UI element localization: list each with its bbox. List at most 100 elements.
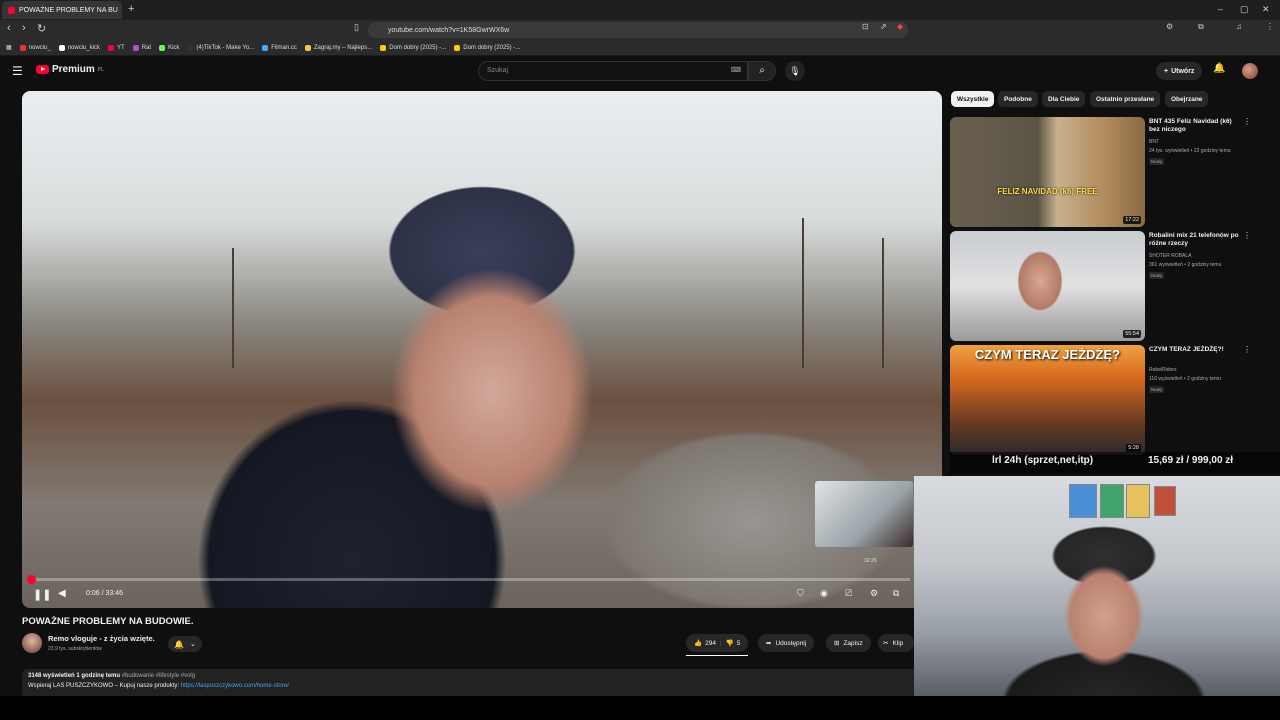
forward-icon[interactable]: › (22, 22, 26, 34)
extension-icon[interactable]: ◆ (897, 22, 903, 31)
bookmark-item[interactable]: nowciu_ (19, 44, 51, 51)
bookmark-item[interactable]: Filman.cc (262, 44, 297, 51)
bookmark-item[interactable]: Dom dobry (2025) -... (380, 44, 446, 51)
voice-search-icon[interactable]: 🎙 (785, 61, 805, 81)
search-button[interactable]: ⌕ (748, 61, 776, 81)
notifications-bell-icon[interactable]: 🔔 (1213, 63, 1225, 74)
volume-icon[interactable]: ◀ (58, 588, 66, 599)
chip-recently-uploaded[interactable]: Ostatnio przesłane (1090, 91, 1161, 107)
video-title-link[interactable]: CZYM TERAZ JEŻDŻĘ?! (1149, 346, 1241, 354)
create-button[interactable]: + Utwórz (1156, 62, 1203, 80)
bookmark-save-icon: ⊞ (834, 640, 840, 647)
channel-link[interactable]: BNT (1149, 139, 1259, 146)
browser-menu-icon[interactable]: ⋮ (1266, 22, 1274, 31)
chip-all[interactable]: Wszystkie (951, 91, 995, 107)
subscription-bell-button[interactable]: 🔔 ⌄ (168, 636, 202, 652)
tree-branch (802, 218, 804, 368)
share-page-icon[interactable]: ⇗ (880, 22, 887, 31)
close-window-icon[interactable]: ✕ (1262, 4, 1270, 15)
channel-link[interactable]: RebelRiders (1149, 367, 1259, 374)
bookmark-item[interactable]: Dom dobry (2025) -... (454, 44, 520, 51)
channel-link[interactable]: SHOTER ROBALA (1149, 253, 1259, 260)
wall-poster (1126, 484, 1150, 518)
apps-icon[interactable]: ▦ (6, 44, 12, 51)
bookmark-item[interactable]: Rat (132, 44, 151, 51)
more-options-icon[interactable]: ⋮ (1243, 231, 1251, 240)
youtube-logo[interactable]: Premium PL (36, 64, 104, 75)
logo-text: Premium (52, 64, 95, 75)
bookmark-item[interactable]: Zagraj.my – Najleps... (304, 44, 372, 51)
video-duration: 55:54 (1123, 330, 1141, 338)
video-title-link[interactable]: BNT 435 Feliz Navidad (k6) bez niczego (1149, 118, 1241, 134)
video-meta: 361 wyświetleń • 2 godziny temu (1149, 262, 1222, 268)
channel-name[interactable]: Remo vloguje - z życia wzięte. (48, 634, 155, 643)
description-link[interactable]: https://laspuszczykowo.com/home-store/ (181, 683, 289, 689)
dislike-count: 5 (736, 639, 741, 647)
more-options-icon[interactable]: ⋮ (1243, 345, 1251, 354)
scrubber-handle[interactable] (27, 575, 36, 584)
share-icon: ➦ (766, 640, 772, 647)
autoplay-toggle-icon[interactable]: ◉ (820, 588, 828, 599)
bookmark-item[interactable]: nowciu_kick (58, 44, 100, 51)
keyboard-icon[interactable]: ⌨ (731, 66, 741, 74)
new-badge: Nowy (1149, 386, 1165, 393)
share-button[interactable]: ➦ Udostępnij (758, 634, 815, 652)
video-thumbnail[interactable]: FELIZ NAVIDAD (k6) FREE 17:22 (950, 117, 1145, 227)
hamburger-menu-icon[interactable]: ☰ (12, 64, 23, 78)
account-avatar[interactable] (1242, 63, 1258, 79)
minimize-icon[interactable]: – (1218, 4, 1223, 14)
like-button[interactable]: 👍 294 (694, 639, 716, 648)
reload-icon[interactable]: ↻ (37, 22, 46, 35)
bookmarks-bar: ▦ nowciu_ nowciu_kick YT Rat Kick (4)Tik… (0, 40, 1280, 56)
url-field[interactable]: youtube.com/watch?v=1K58GwrWX6w (368, 22, 908, 38)
video-title-link[interactable]: Robalini mix 21 telefonów po różne rzecz… (1149, 232, 1241, 248)
search-icon: ⌕ (759, 65, 765, 76)
toolbar-icon-1[interactable]: ⚙ (1166, 22, 1173, 31)
wall-poster (1100, 484, 1124, 518)
extensions-icon[interactable]: ⧉ (1198, 22, 1204, 32)
save-label: Zapisz (843, 639, 863, 647)
browser-tab[interactable]: POWAŻNE PROBLEMY NA BU × (2, 1, 122, 19)
chip-related[interactable]: Podobne (998, 91, 1038, 107)
youtube-favicon-icon (8, 6, 15, 14)
channel-avatar[interactable] (22, 633, 42, 653)
video-meta: 24 tys. wyświetleń • 22 godziny temu (1149, 148, 1231, 154)
bookmark-item[interactable]: (4)TikTok - Make Yo... (187, 44, 254, 51)
bookmark-item[interactable]: Kick (159, 44, 179, 51)
tree-branch (882, 238, 884, 368)
chip-watched[interactable]: Obejrzane (1165, 91, 1209, 107)
video-thumbnail[interactable]: CZYM TERAZ JEŻDŻĘ? 5:28 (950, 345, 1145, 455)
dislike-button[interactable]: 👎 5 (726, 639, 741, 648)
settings-gear-icon[interactable]: ⚙ (870, 588, 878, 599)
search-input[interactable]: Szukaj ⌨ (478, 61, 748, 81)
youtube-play-icon (36, 65, 49, 74)
view-stats: 3148 wyświetleń 1 godzinę temu (28, 673, 121, 679)
sponsor-icon[interactable]: ⛉ (797, 588, 804, 599)
hashtags[interactable]: #budowanie #lifestyle #volg (122, 673, 195, 679)
save-button[interactable]: ⊞ Zapisz (826, 634, 871, 652)
progress-bar[interactable] (30, 578, 910, 581)
media-icon[interactable]: ♫ (1236, 22, 1242, 31)
bookmark-item[interactable]: YT (108, 44, 125, 51)
video-thumbnail[interactable]: 55:54 (950, 231, 1145, 341)
time-display: 0:06 / 33:46 (86, 590, 123, 597)
bell-icon: 🔔 (174, 639, 184, 649)
back-icon[interactable]: ‹ (7, 22, 11, 34)
chip-for-you[interactable]: Dla Ciebie (1042, 91, 1086, 107)
new-tab-icon[interactable]: + (128, 3, 134, 15)
pause-icon[interactable]: ❚❚ (33, 588, 51, 601)
miniplayer-icon[interactable]: ⧉ (893, 588, 899, 599)
maximize-icon[interactable]: ▢ (1240, 4, 1249, 15)
new-badge: Nowy (1149, 272, 1165, 279)
install-icon[interactable]: ⊡ (862, 22, 869, 31)
chevron-down-icon: ⌄ (189, 641, 196, 648)
new-badge: Nowy (1149, 158, 1165, 165)
preview-time: 32:25 (864, 558, 877, 564)
clip-button[interactable]: ✂ Klip (878, 634, 914, 652)
subtitles-icon[interactable]: ⎚ (845, 588, 852, 599)
more-options-icon[interactable]: ⋮ (1243, 117, 1251, 126)
clip-label: Klip (892, 639, 904, 647)
bookmark-icon[interactable]: ▯ (354, 22, 359, 33)
video-player[interactable] (22, 91, 942, 608)
video-title: POWAŻNE PROBLEMY NA BUDOWIE. (22, 616, 194, 627)
